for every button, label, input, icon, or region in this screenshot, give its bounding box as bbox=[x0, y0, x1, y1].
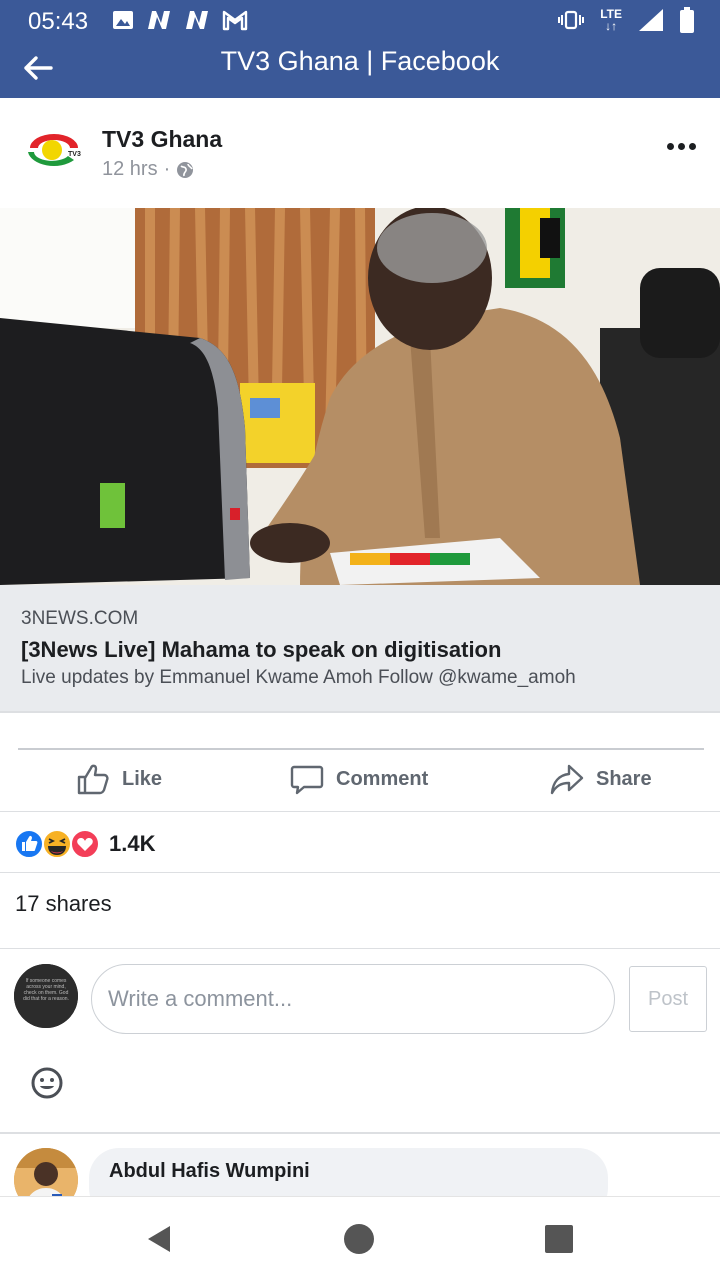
lte-icon: LTE ↓↑ bbox=[600, 7, 622, 33]
share-arrow-icon bbox=[550, 764, 584, 795]
share-button[interactable]: Share bbox=[550, 762, 652, 796]
meta-separator: · bbox=[163, 158, 171, 180]
tv3-logo[interactable]: TV3 bbox=[24, 126, 84, 174]
link-preview[interactable]: 3NEWS.COM [3News Live] Mahama to speak o… bbox=[0, 585, 720, 713]
svg-text:TV3: TV3 bbox=[68, 151, 81, 158]
gmail-icon bbox=[222, 10, 248, 31]
battery-icon bbox=[680, 7, 694, 33]
reaction-count: 1.4K bbox=[109, 831, 156, 856]
reactions-summary[interactable]: 1.4K bbox=[0, 813, 720, 873]
post-time[interactable]: 12 hrs bbox=[102, 158, 158, 181]
app-screen: 05:43 LTE ↓↑ TV3 Ghana | Facebook TV3 TV… bbox=[0, 0, 720, 1280]
page-title: TV3 Ghana | Facebook bbox=[220, 46, 500, 76]
status-time: 05:43 bbox=[28, 8, 89, 35]
link-description: Live updates by Emmanuel Kwame Amoh Foll… bbox=[21, 667, 576, 688]
post-comment-button[interactable]: Post bbox=[629, 966, 707, 1032]
like-label: Like bbox=[122, 767, 163, 790]
user-avatar[interactable]: If someone comes across your mind, check… bbox=[14, 964, 78, 1028]
like-reaction-icon bbox=[14, 829, 44, 859]
post-photo[interactable] bbox=[0, 208, 720, 585]
love-reaction-icon bbox=[70, 829, 100, 859]
divider bbox=[0, 948, 720, 949]
link-domain: 3NEWS.COM bbox=[21, 608, 139, 629]
signal-icon bbox=[639, 9, 663, 31]
haha-reaction-icon bbox=[42, 829, 72, 859]
divider bbox=[0, 1132, 720, 1134]
globe-icon bbox=[177, 161, 194, 178]
post-header: TV3 TV3 Ghana 12 hrs · bbox=[0, 98, 720, 208]
reaction-icons bbox=[14, 829, 100, 859]
thumbs-up-icon bbox=[77, 764, 109, 795]
n-notification-icon bbox=[186, 11, 208, 29]
n-notification-icon bbox=[148, 11, 170, 29]
photo-man-at-computer bbox=[0, 208, 720, 585]
more-options-button[interactable] bbox=[664, 136, 698, 156]
comment-icon bbox=[290, 765, 324, 795]
vibrate-icon bbox=[558, 10, 585, 30]
back-triangle-icon[interactable] bbox=[144, 1223, 176, 1255]
comment-input[interactable] bbox=[91, 964, 615, 1034]
link-title: [3News Live] Mahama to speak on digitisa… bbox=[21, 637, 502, 662]
comment-label: Comment bbox=[336, 767, 429, 790]
like-button[interactable]: Like bbox=[76, 762, 162, 796]
emoji-icon[interactable] bbox=[30, 1066, 64, 1100]
system-nav-bar bbox=[0, 1196, 720, 1280]
share-label: Share bbox=[596, 767, 652, 790]
top-bar: 05:43 LTE ↓↑ TV3 Ghana | Facebook bbox=[0, 0, 720, 98]
comment-author[interactable]: Abdul Hafis Wumpini bbox=[109, 1160, 310, 1183]
avatar-quote-image: If someone comes across your mind, check… bbox=[14, 964, 78, 1028]
image-icon bbox=[113, 11, 133, 29]
home-circle-icon[interactable] bbox=[343, 1223, 375, 1255]
recents-square-icon[interactable] bbox=[543, 1223, 575, 1255]
comment-button[interactable]: Comment bbox=[290, 762, 428, 796]
status-bar: 05:43 LTE ↓↑ bbox=[0, 0, 720, 42]
post-actions: Like Comment Share bbox=[0, 750, 720, 812]
shares-count[interactable]: 17 shares bbox=[15, 891, 112, 917]
page-name[interactable]: TV3 Ghana bbox=[102, 126, 222, 153]
title-bar: TV3 Ghana | Facebook bbox=[0, 42, 720, 98]
post-meta: 12 hrs · bbox=[102, 158, 194, 181]
